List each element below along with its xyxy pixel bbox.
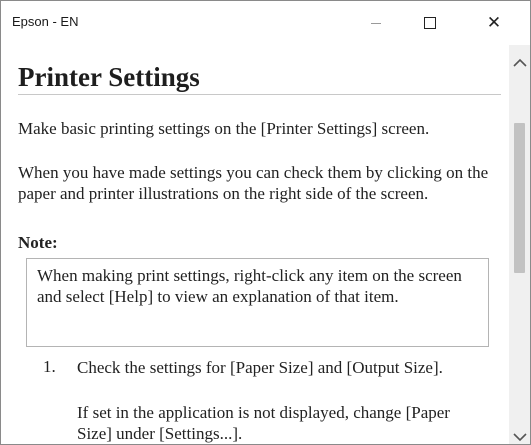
chevron-up-icon	[512, 58, 527, 67]
title-bar[interactable]: Epson - EN ✕	[1, 1, 530, 45]
close-icon: ✕	[486, 12, 502, 33]
note-box: When making print settings, right-click …	[26, 258, 489, 347]
window-title: Epson - EN	[12, 14, 79, 29]
note-label: Note:	[18, 233, 58, 252]
heading-divider	[18, 94, 501, 95]
step-number: 1.	[43, 357, 56, 376]
help-window: Epson - EN ✕ Printer Settings Make basic…	[0, 0, 531, 445]
step-text: Check the settings for [Paper Size] and …	[77, 358, 443, 377]
intro-paragraph: Make basic printing settings on the [Pri…	[18, 119, 430, 138]
check-settings-paragraph: When you have made settings you can chec…	[18, 163, 489, 203]
vertical-scrollbar[interactable]	[509, 45, 530, 444]
help-content: Printer Settings Make basic printing set…	[1, 45, 508, 444]
maximize-icon	[424, 17, 436, 29]
page-title: Printer Settings	[18, 62, 200, 92]
note-text: When making print settings, right-click …	[37, 266, 462, 306]
scroll-down-button[interactable]	[509, 426, 530, 444]
minimize-icon	[371, 22, 381, 24]
scroll-up-button[interactable]	[509, 51, 530, 73]
maximize-button[interactable]	[407, 1, 453, 45]
step-subtext: If set in the application is not display…	[77, 403, 450, 443]
chevron-down-icon	[512, 432, 527, 441]
close-button[interactable]: ✕	[471, 1, 517, 45]
minimize-button[interactable]	[353, 1, 399, 45]
scroll-thumb[interactable]	[514, 123, 525, 273]
